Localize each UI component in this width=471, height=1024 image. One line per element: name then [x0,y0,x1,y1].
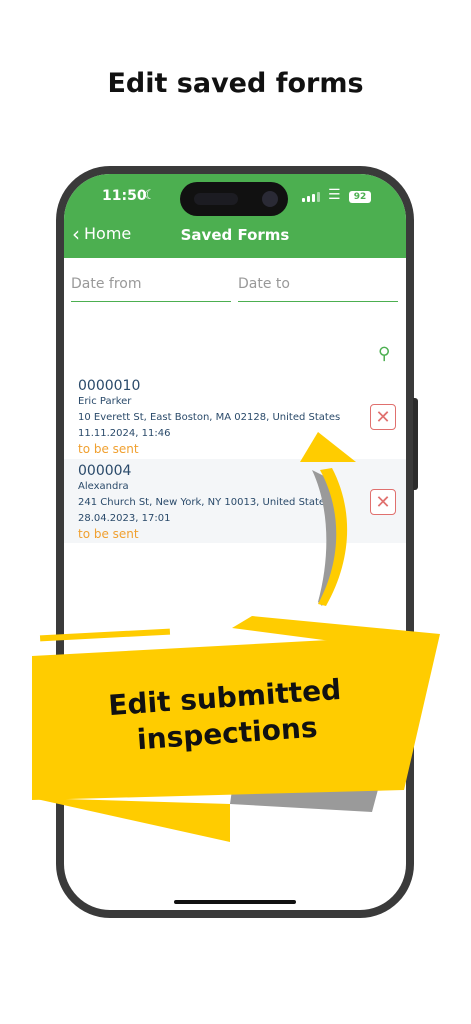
arrow-head [300,432,356,462]
banner-fold [32,798,230,842]
banner-stripe [39,628,171,642]
promo-overlay [32,432,440,842]
